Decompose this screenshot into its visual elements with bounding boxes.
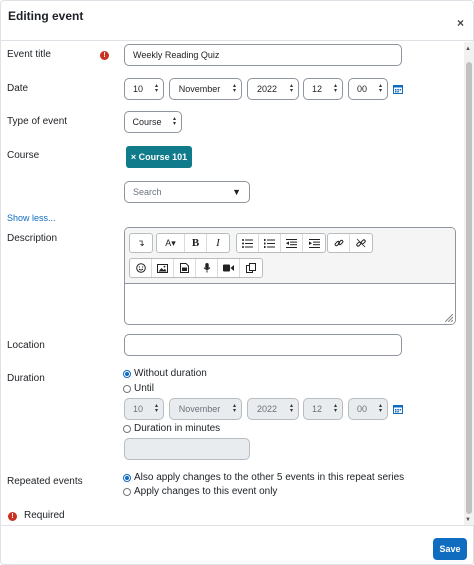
description-textarea[interactable]	[125, 285, 455, 324]
dialog-footer: Save	[1, 525, 473, 565]
unordered-list-icon[interactable]	[237, 234, 259, 252]
show-less-link[interactable]: Show less...	[7, 213, 56, 223]
until-day-select: 10 ▴ ▾	[124, 398, 164, 420]
minute-select[interactable]: 00 ▴ ▾	[348, 78, 388, 100]
until-minute-select: 00 ▴ ▾	[348, 398, 388, 420]
record-video-icon[interactable]	[218, 259, 240, 277]
select-caret-icon: ▴ ▾	[333, 403, 337, 414]
location-input[interactable]	[124, 334, 402, 356]
until-year-select: 2022 ▴ ▾	[247, 398, 299, 420]
select-caret-icon: ▴ ▾	[289, 403, 293, 414]
font-size-icon[interactable]: A▾	[157, 234, 185, 252]
month-value: November	[178, 84, 221, 94]
record-audio-icon[interactable]	[196, 259, 218, 277]
select-caret-icon: ▴ ▾	[232, 403, 236, 414]
toolbar-group-format: A▾ B I	[156, 233, 230, 253]
until-month-value: November	[178, 404, 221, 414]
course-badge[interactable]: × Course 101	[126, 146, 192, 168]
radio-apply-series[interactable]	[123, 474, 131, 482]
emoji-icon[interactable]	[130, 259, 152, 277]
required-icon: !	[8, 512, 17, 521]
event-title-input[interactable]: Weekly Reading Quiz	[124, 44, 402, 66]
close-icon[interactable]: ×	[457, 16, 464, 30]
toolbar-group-lists	[236, 233, 326, 253]
required-icon: !	[100, 51, 109, 60]
editor-toolbar: ↴ A▾ B I	[125, 228, 455, 284]
year-value: 2022	[256, 84, 278, 94]
duration-minutes-input	[124, 438, 250, 460]
select-caret-icon: ▴ ▾	[378, 403, 382, 414]
bold-icon[interactable]: B	[185, 234, 207, 252]
duration-label: Duration	[7, 373, 45, 384]
select-caret-icon: ▴ ▾	[154, 83, 158, 94]
course-search-placeholder: Search	[133, 187, 162, 197]
event-title-label: Event title	[7, 49, 51, 60]
select-caret-icon: ▴ ▾	[378, 83, 382, 94]
indent-icon[interactable]	[303, 234, 325, 252]
edit-event-dialog: Editing event × Event title ! Weekly Rea…	[0, 0, 474, 565]
toolbar-group-insert: ↴	[129, 233, 153, 253]
select-caret-icon: ▴ ▾	[232, 83, 236, 94]
repeated-events-label: Repeated events	[7, 476, 83, 487]
resize-handle-icon[interactable]	[445, 314, 453, 322]
hour-value: 12	[311, 84, 322, 94]
until-day-value: 10	[132, 404, 143, 414]
type-of-event-value: Course	[132, 117, 162, 127]
description-editor: ↴ A▾ B I	[124, 227, 456, 325]
radio-without-duration[interactable]	[123, 370, 131, 378]
until-month-select: November ▴ ▾	[169, 398, 242, 420]
unlink-icon[interactable]	[350, 234, 372, 252]
day-select[interactable]: 10 ▴ ▾	[124, 78, 164, 100]
toolbar-group-media	[129, 258, 263, 278]
location-label: Location	[7, 340, 45, 351]
radio-until[interactable]	[123, 385, 131, 393]
save-button[interactable]: Save	[433, 538, 467, 560]
month-select[interactable]: November ▴ ▾	[169, 78, 242, 100]
day-value: 10	[132, 84, 143, 94]
outdent-icon[interactable]	[281, 234, 303, 252]
until-hour-select: 12 ▴ ▾	[303, 398, 343, 420]
select-caret-icon: ▴ ▾	[289, 83, 293, 94]
manage-files-icon[interactable]	[240, 259, 262, 277]
course-label: Course	[7, 150, 40, 161]
description-label: Description	[7, 233, 58, 244]
dropdown-arrow-icon: ▼	[232, 187, 241, 197]
scroll-thumb[interactable]	[466, 62, 472, 514]
select-caret-icon: ▴ ▾	[172, 116, 176, 127]
option-without-duration: Without duration	[134, 368, 207, 379]
year-select[interactable]: 2022 ▴ ▾	[247, 78, 299, 100]
required-note: Required	[24, 510, 65, 521]
scroll-down-icon[interactable]: ▼	[465, 517, 471, 523]
type-of-event-label: Type of event	[7, 116, 68, 127]
option-apply-this-only: Apply changes to this event only	[134, 486, 278, 497]
scroll-up-icon[interactable]: ▲	[465, 46, 471, 52]
until-hour-value: 12	[311, 404, 322, 414]
option-apply-series: Also apply changes to the other 5 events…	[134, 472, 405, 483]
ordered-list-icon[interactable]	[259, 234, 281, 252]
link-icon[interactable]	[328, 234, 350, 252]
select-caret-icon: ▴ ▾	[333, 83, 337, 94]
date-label: Date	[7, 83, 29, 94]
italic-icon[interactable]: I	[207, 234, 229, 252]
dialog-header: Editing event ×	[1, 1, 473, 41]
image-icon[interactable]	[152, 259, 174, 277]
toolbar-group-links	[327, 233, 373, 253]
minute-value: 00	[356, 84, 367, 94]
calendar-icon[interactable]	[393, 84, 403, 94]
scrollbar[interactable]: ▲ ▼	[464, 42, 474, 525]
select-caret-icon: ▴ ▾	[154, 403, 158, 414]
calendar-icon[interactable]	[393, 404, 403, 414]
hour-select[interactable]: 12 ▴ ▾	[303, 78, 343, 100]
radio-apply-this-only[interactable]	[123, 488, 131, 496]
until-minute-value: 00	[356, 404, 367, 414]
media-icon[interactable]	[174, 259, 196, 277]
option-duration-minutes: Duration in minutes	[134, 423, 221, 434]
option-until: Until	[134, 383, 155, 394]
until-year-value: 2022	[256, 404, 278, 414]
insert-icon[interactable]: ↴	[130, 234, 152, 252]
radio-duration-minutes[interactable]	[123, 425, 131, 433]
dialog-title: Editing event	[8, 9, 84, 23]
type-of-event-select[interactable]: Course ▴ ▾	[124, 111, 182, 133]
course-search-input[interactable]: Search ▼	[124, 181, 250, 203]
